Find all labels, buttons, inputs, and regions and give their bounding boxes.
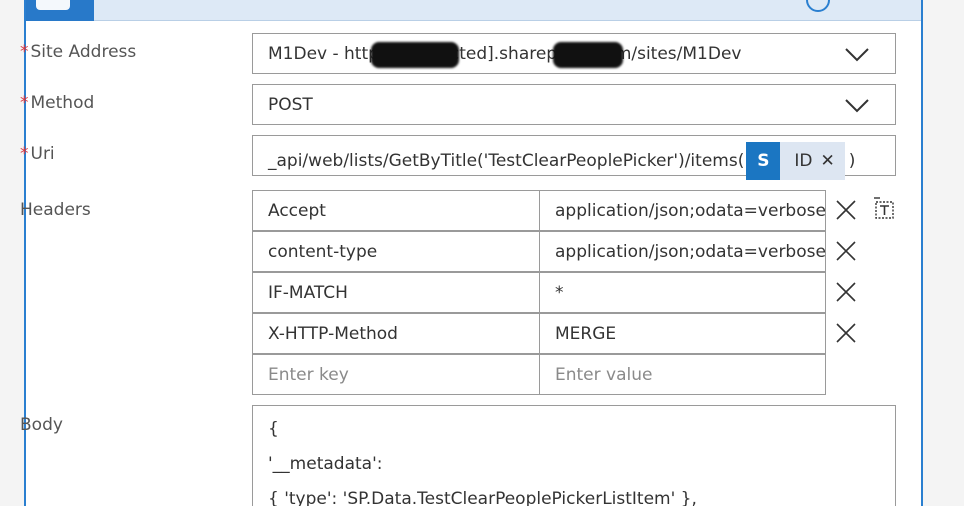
uri-label: * Uri [20, 144, 55, 164]
header-row: IF-MATCH * [252, 272, 827, 313]
uri-input[interactable]: _api/web/lists/GetByTitle('TestClearPeop… [252, 135, 896, 180]
header-value-input[interactable]: application/json;odata=verbose [539, 231, 826, 272]
site-address-label: * Site Address [20, 42, 136, 62]
headers-label: Headers [20, 200, 91, 220]
dynamic-content-token[interactable]: S ID ✕ [746, 141, 845, 180]
header-key-input[interactable]: Accept [252, 190, 540, 231]
site-address-label-text: Site Address [30, 42, 137, 62]
body-line: { [268, 419, 279, 439]
method-label: * Method [20, 93, 94, 113]
body-line: { 'type': 'SP.Data.TestClearPeoplePicker… [268, 489, 697, 506]
body-textarea[interactable]: { '__metadata': { 'type': 'SP.Data.TestC… [252, 405, 896, 506]
site-address-dropdown[interactable]: M1Dev - https://[redacted].sharepoint.co… [252, 33, 896, 74]
required-mark: * [20, 93, 29, 113]
body-line: '__metadata': [268, 454, 383, 474]
info-icon[interactable] [806, 0, 830, 12]
required-mark: * [20, 42, 29, 62]
switch-to-text-mode-icon[interactable] [872, 196, 896, 220]
close-icon[interactable] [835, 199, 857, 221]
header-value-input[interactable]: MERGE [539, 313, 826, 354]
header-key-input[interactable]: content-type [252, 231, 540, 272]
redaction-mark [553, 42, 623, 68]
header-value-input[interactable]: application/json;odata=verbose [539, 190, 826, 231]
header-row: content-type application/json;odata=verb… [252, 231, 827, 272]
site-address-value: M1Dev - https://[redacted].sharepoint.co… [268, 43, 742, 64]
close-icon[interactable] [835, 322, 857, 344]
action-card-header[interactable] [26, 0, 921, 21]
method-value: POST [268, 94, 313, 115]
page-gutter-right [923, 0, 964, 506]
header-row: Accept application/json;odata=verbose [252, 190, 827, 231]
method-label-text: Method [30, 93, 95, 113]
header-key-input[interactable]: X-HTTP-Method [252, 313, 540, 354]
header-key-input[interactable]: Enter key [252, 354, 540, 395]
required-mark: * [20, 144, 29, 164]
uri-prefix-text: _api/web/lists/GetByTitle('TestClearPeop… [268, 150, 745, 171]
header-value-input[interactable]: * [539, 272, 826, 313]
uri-label-text: Uri [30, 144, 55, 164]
close-icon[interactable] [835, 281, 857, 303]
chevron-down-icon[interactable] [845, 42, 869, 66]
close-icon[interactable] [835, 240, 857, 262]
uri-suffix-text: ) [848, 150, 856, 171]
header-value-input[interactable]: Enter value [539, 354, 826, 395]
header-key-input[interactable]: IF-MATCH [252, 272, 540, 313]
token-label: ID [794, 150, 813, 171]
body-label: Body [20, 415, 63, 435]
close-icon[interactable]: ✕ [820, 151, 844, 171]
header-row-new: Enter key Enter value [252, 354, 827, 395]
method-dropdown[interactable]: POST [252, 84, 896, 125]
headers-table: Accept application/json;odata=verbose co… [252, 190, 827, 395]
chevron-down-icon[interactable] [845, 93, 869, 117]
sharepoint-icon: S [746, 141, 781, 180]
sharepoint-icon [26, 0, 94, 21]
headers-label-text: Headers [20, 200, 91, 220]
body-label-text: Body [20, 415, 63, 435]
redaction-mark [371, 42, 459, 68]
header-row: X-HTTP-Method MERGE [252, 313, 827, 354]
